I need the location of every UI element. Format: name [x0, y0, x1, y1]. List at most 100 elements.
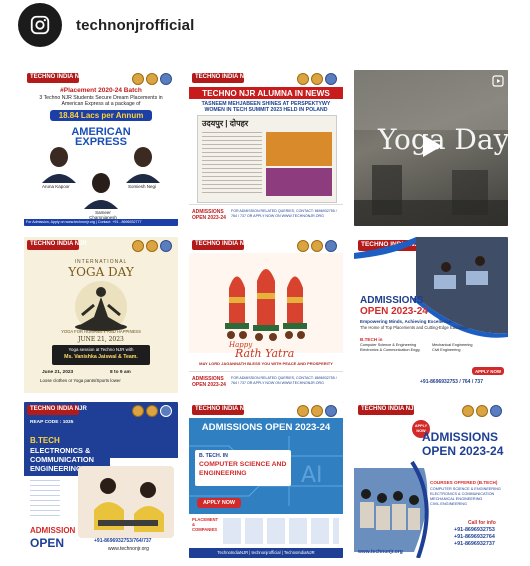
badge-icon	[160, 240, 172, 252]
btech-label: B.TECH	[30, 436, 60, 445]
course-civil: Civil Engineering	[432, 348, 461, 352]
footer-bar: ADMISSIONS OPEN 2023-24 FOR ADMISSION RE…	[189, 371, 343, 393]
cse-branch-2: ENGINEERING	[199, 470, 247, 477]
newspaper-title: उदयपुर | दोपहर	[202, 119, 249, 128]
student-name-2: Somiesh Negi	[128, 184, 157, 189]
newspaper-clipping: उदयपुर | दोपहर	[197, 115, 337, 203]
footer-admissions: ADMISSIONS OPEN 2023-24	[192, 209, 226, 221]
post-admissions-courses[interactable]: TECHNO INDIA NJR APPLY NOW ADMISSIONS OP…	[354, 402, 508, 558]
cse-info-card: B. TECH. IN COMPUTER SCIENCE AND ENGINEE…	[195, 450, 291, 486]
badge-icon	[325, 73, 337, 85]
chariot-illustration	[189, 253, 343, 353]
reel-icon	[492, 74, 504, 92]
yoga-date-line: JUNE 21, 2023	[78, 336, 124, 343]
post-yoga-video[interactable]: Yoga Day	[354, 70, 508, 226]
post-btech-ece[interactable]: TECHNO INDIA NJR REAP CODE : 1035 B.TECH…	[24, 402, 178, 558]
placement-footer: For Admission, Apply on www.technonjr.or…	[26, 220, 142, 224]
footer-contact: FOR ADMISSION RELATED QUERIES, CONTACT: …	[231, 209, 337, 218]
rath-title: Rath Yatra	[235, 347, 295, 360]
post-yoga-day[interactable]: TECHNO INDIA NJR INTERNATIONAL YOGA DAY …	[24, 237, 178, 393]
cse-apply-label: APPLY NOW	[202, 500, 236, 506]
reap-code: REAP CODE : 1035	[30, 420, 74, 425]
placement-companies: PLACEMENT & COMPANIES	[192, 517, 219, 532]
rath-wish: MAY LORD JAGANNATH BLESS YOU WITH PEACE …	[199, 361, 333, 366]
phone-3: +91-8696932737	[454, 541, 495, 547]
course-me: Mechanical Engineering	[432, 343, 473, 347]
admission-open-1: ADMISSION	[30, 526, 76, 535]
college-logo-text: TECHNO INDIA NJR	[195, 406, 252, 412]
naac-seal-icon	[297, 240, 309, 252]
naac-seal-icon	[132, 240, 144, 252]
badge-icon	[325, 240, 337, 252]
company-logos	[30, 480, 60, 520]
yoga-date: June 21, 2023	[42, 370, 74, 375]
logo-bar: TECHNO INDIA NJR	[189, 402, 343, 418]
college-logo: TECHNO INDIA NJR	[192, 240, 252, 250]
phone-1: +91-8696932753	[454, 527, 495, 533]
branch-line-1: ELECTRONICS &	[30, 446, 91, 455]
badge-icon	[325, 405, 337, 417]
news-banner: TECHNO NJR ALUMNA IN NEWS	[189, 87, 343, 99]
post-alumna-news[interactable]: TECHNO INDIA NJR TECHNO NJR ALUMNA IN NE…	[189, 70, 343, 226]
session-instructor: Ms. Vanishka Jaiswal & Team.	[64, 354, 138, 360]
btech-site: www.technonjr.org	[108, 546, 149, 552]
course-item-2: ELECTRONICS & COMMUNICATION	[430, 492, 495, 496]
post-rath-yatra[interactable]: TECHNO INDIA NJR Happy Rath Yatra MAY LO…	[189, 237, 343, 393]
cse-apply-button[interactable]: APPLY NOW	[197, 498, 241, 508]
footer-bar: ADMISSIONS OPEN 2023-24 FOR ADMISSION RE…	[189, 204, 343, 226]
logo-bar: TECHNO INDIA NJR	[24, 237, 178, 253]
phone-2: +91-8696932764	[454, 534, 495, 540]
emblem-icon	[311, 405, 323, 417]
summit-photo	[266, 168, 332, 196]
apply-now-label: APPLY NOW	[474, 368, 502, 374]
instagram-icon[interactable]	[18, 3, 62, 47]
profile-header: technonjrofficial	[18, 3, 194, 47]
students-photo	[78, 466, 174, 538]
college-logo-text: TECHNO INDIA NJR	[30, 241, 87, 247]
svg-text:AI: AI	[301, 463, 323, 488]
social-bar: TechnoIndiaNJR | technonjrofficial | Tec…	[189, 548, 343, 558]
post-admissions-cse[interactable]: TECHNO INDIA NJR ADMISSIONS OPEN 2023-24…	[189, 402, 343, 558]
college-logo: TECHNO INDIA NJR	[27, 405, 87, 415]
yoga-time: 8 to 9 am	[110, 370, 131, 375]
play-icon[interactable]	[421, 134, 443, 163]
course-item-4: CIVIL ENGINEERING	[430, 502, 467, 506]
logo-bar: TECHNO INDIA NJR	[189, 237, 343, 253]
admission-open-2: OPEN	[30, 536, 65, 550]
footer-admissions: ADMISSIONS OPEN 2023-24	[192, 376, 226, 388]
footer-contact: FOR ADMISSION RELATED QUERIES, CONTACT: …	[231, 376, 337, 385]
video-title: Yoga Day	[378, 123, 508, 156]
admissions-phone: +91-8696932753 / 764 / 737	[420, 379, 483, 385]
admissions-title-1: ADMISSIONS	[360, 295, 424, 306]
student-name-1: Aruna Kapoor	[42, 184, 70, 189]
emblem-icon	[146, 405, 158, 417]
emblem-icon	[146, 240, 158, 252]
courses-site: www.technonjr.org	[358, 549, 403, 555]
social-handles: TechnoIndiaNJR | technonjrofficial | Tec…	[217, 550, 315, 555]
article-text-lines	[202, 132, 262, 196]
yoga-dress-code: Loose clothes or Yoga pants/Sports lower	[40, 378, 121, 383]
course-item-1: COMPUTER SCIENCE & ENGINEERING	[430, 487, 501, 491]
post-placement[interactable]: TECHNO INDIA NJR #Placement 2020-24 Batc…	[24, 70, 178, 226]
college-logo: TECHNO INDIA NJR	[192, 73, 252, 83]
admissions-title-2: OPEN 2023-24	[360, 306, 428, 317]
apply-now-button[interactable]: APPLY NOW	[472, 367, 504, 375]
admissions-desc: The Home of Top Placements and Cutting-E…	[360, 325, 470, 330]
cse-branch-1: COMPUTER SCIENCE AND	[199, 461, 287, 468]
placement-strip: PLACEMENT & COMPANIES	[189, 514, 343, 548]
admissions-tag: Empowering Minds, Achieving Excellence:	[360, 319, 454, 324]
naac-seal-icon	[297, 73, 309, 85]
news-headline: TASNEEM MEHJABEEN SHINES AT PERSPEKTYWY …	[201, 101, 331, 113]
profile-handle[interactable]: technonjrofficial	[76, 17, 194, 34]
yoga-tagline: YOGA FOR HUMANITY AND HAPPINESS	[61, 329, 141, 334]
naac-seal-icon	[132, 405, 144, 417]
post-admissions-lab[interactable]: TECHNO INDIA NJR ADMISSIONS OPEN 2023-24…	[354, 237, 508, 393]
session-text: Yoga session at Techno NJR with	[68, 347, 134, 352]
student-photos	[42, 147, 160, 209]
badge-icon	[160, 405, 172, 417]
emblem-icon	[311, 240, 323, 252]
college-logo: TECHNO INDIA NJR	[192, 405, 252, 415]
call-info-label: Call for info	[468, 520, 496, 526]
emblem-icon	[311, 73, 323, 85]
btech-phone: +91-8696932753/764/737	[94, 538, 152, 544]
